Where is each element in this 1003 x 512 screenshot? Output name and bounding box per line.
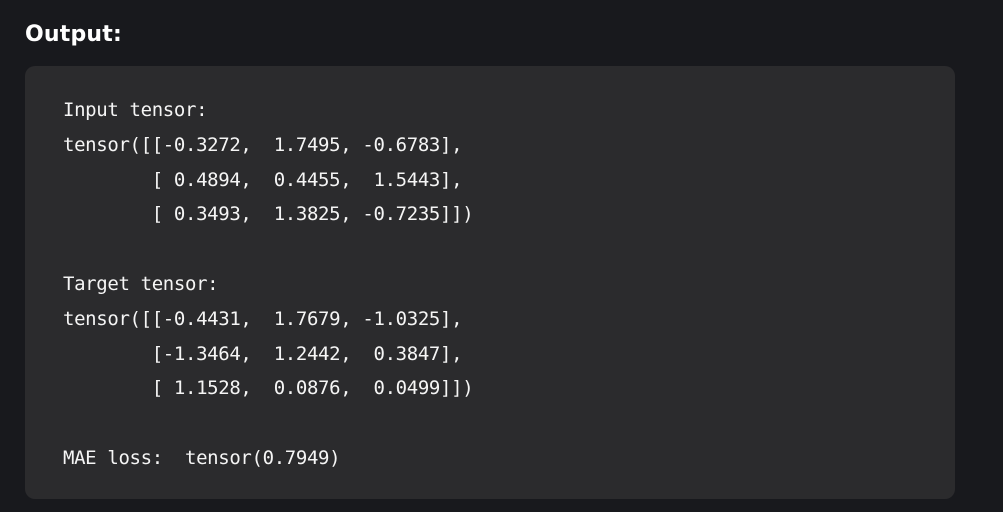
- code-line-input-label: Input tensor:: [63, 99, 208, 121]
- code-line-target-row-1: tensor([[-0.4431, 1.7679, -1.0325],: [63, 307, 463, 330]
- code-line-input-row-2: [ 0.4894, 0.4455, 1.5443],: [63, 168, 463, 191]
- code-output: Input tensor: tensor([[-0.3272, 1.7495, -…: [63, 93, 474, 476]
- code-line-input-row-3: [ 0.3493, 1.3825, -0.7235]]): [63, 203, 474, 226]
- code-line-mae-loss: MAE loss: tensor(0.7949): [63, 446, 341, 469]
- code-line-target-row-3: [ 1.1528, 0.0876, 0.0499]]): [63, 377, 474, 400]
- code-line-input-row-1: tensor([[-0.3272, 1.7495, -0.6783],: [63, 133, 463, 156]
- code-line-target-row-2: [-1.3464, 1.2442, 0.3847],: [63, 342, 463, 365]
- output-heading: Output:: [25, 22, 123, 47]
- code-line-blank-1: [63, 232, 473, 267]
- code-line-target-label: Target tensor:: [63, 272, 219, 295]
- code-output-panel: Input tensor: tensor([[-0.3272, 1.7495, -…: [25, 66, 955, 499]
- code-line-blank-2: [63, 406, 473, 441]
